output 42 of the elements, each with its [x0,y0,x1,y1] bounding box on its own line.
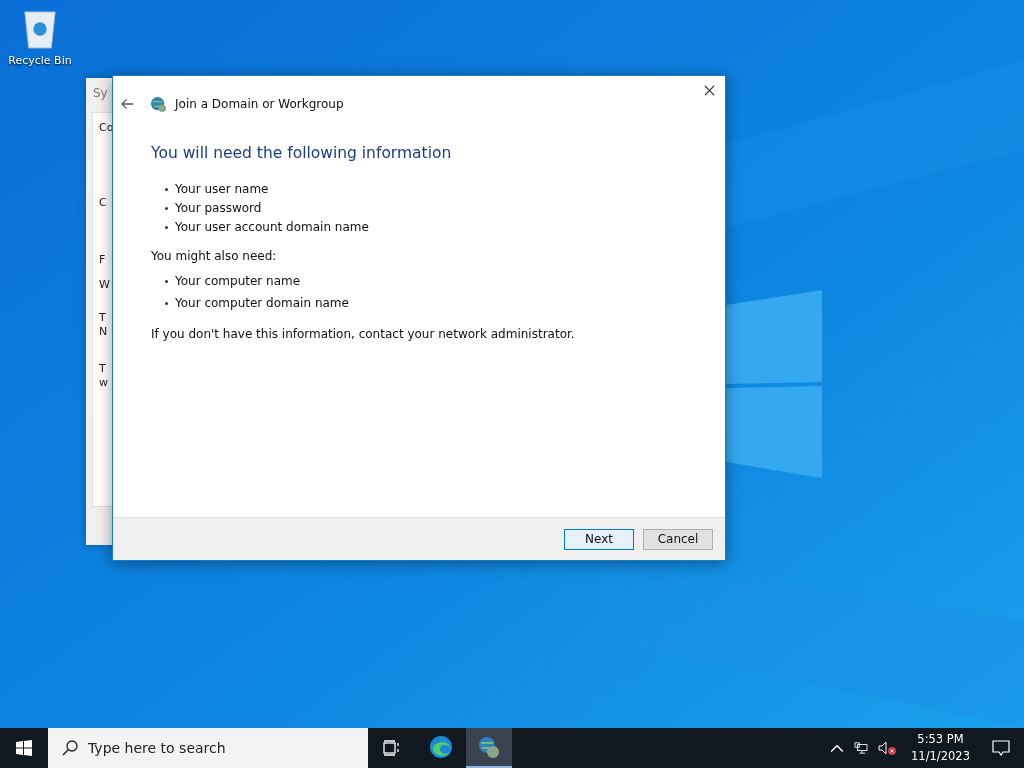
bullet-icon [165,187,168,191]
bullet-icon [165,206,168,210]
window-text: N [99,325,108,338]
window-text: w [99,376,108,389]
info-text: If you don't have this information, contact your network administrator. [151,327,576,341]
clock[interactable]: 5:53 PM 11/1/2023 [901,731,980,765]
bullet-icon [165,225,168,229]
recycle-bin-icon[interactable] [21,8,59,50]
window-text: F [99,253,106,266]
list-item: Your user name [175,182,269,196]
section-label: You might also need: [151,249,278,263]
clock-date: 11/1/2023 [911,748,970,765]
list-item: Your password [175,201,262,215]
dialog-heading: You will need the following information [151,144,453,162]
window-text: T [99,362,106,375]
window-text: W [99,278,110,291]
icon-label: Recycle Bin [8,54,72,67]
bullet-icon [165,301,168,305]
browser-icon [429,735,453,759]
search-field[interactable]: Type here to search [48,728,368,768]
globe-person-icon [150,95,167,113]
clock-time: 5:53 PM [917,731,964,748]
network-app-button[interactable] [466,728,512,768]
task-view-icon [383,740,401,756]
window-title: Sy [93,86,108,100]
list-item: Your computer domain name [175,296,349,310]
network-icon[interactable] [854,742,869,754]
chevron-up-icon[interactable] [830,742,845,754]
window-text: T [99,311,106,324]
cancel-button[interactable]: Cancel [643,528,713,550]
list-item: Your computer name [175,274,301,288]
bullet-icon [165,279,168,283]
windows-logo-icon [16,740,32,756]
notification-icon[interactable] [992,740,1010,756]
close-icon[interactable] [704,84,715,96]
back-arrow-icon[interactable] [121,98,134,110]
next-button[interactable]: Next [564,528,634,550]
list-item: Your user account domain name [175,220,369,234]
globe-person-icon [477,735,501,759]
window-text: C [99,196,107,209]
muted-speaker-icon[interactable] [878,741,897,755]
dialog-title: Join a Domain or Workgroup [175,97,344,111]
